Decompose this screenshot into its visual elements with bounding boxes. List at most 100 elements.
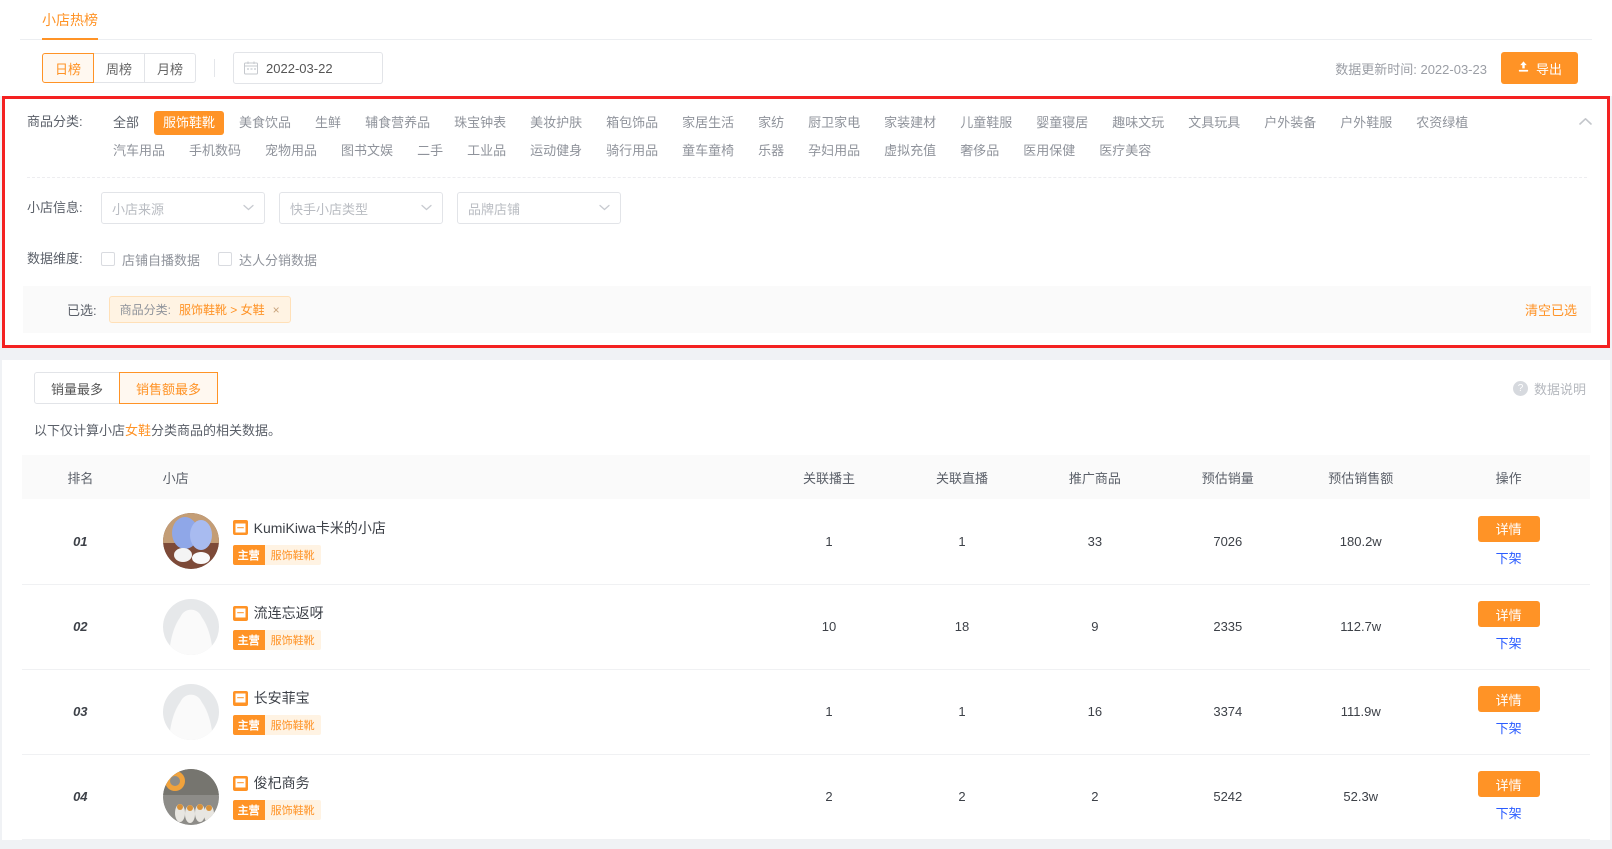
- checkbox-box-icon: [218, 252, 233, 266]
- checkbox-influencer-distribution-label: 达人分销数据: [239, 252, 318, 268]
- cell-products: 33: [1028, 499, 1162, 585]
- update-time-label: 数据更新时间: 2022-03-23: [1335, 61, 1487, 77]
- category-item-14[interactable]: 趣味文玩: [1103, 111, 1173, 135]
- shop-type-select[interactable]: 快手小店类型: [279, 192, 443, 224]
- main-category-tag-value: 服饰鞋靴: [264, 800, 321, 820]
- category-item-16[interactable]: 户外装备: [1255, 111, 1325, 135]
- category-item-6[interactable]: 美妆护肤: [521, 111, 591, 135]
- category-item-22[interactable]: 图书文娱: [332, 139, 402, 163]
- export-button[interactable]: 导出: [1500, 52, 1578, 84]
- clear-all-button[interactable]: 清空已选: [1525, 300, 1577, 319]
- category-item-3[interactable]: 生鲜: [306, 111, 350, 135]
- tab-most-sales-amount[interactable]: 销售额最多: [119, 372, 219, 404]
- shop-name[interactable]: 俊杞商务: [254, 773, 310, 793]
- category-item-13[interactable]: 婴童寝居: [1027, 111, 1097, 135]
- checkbox-self-broadcast[interactable]: 店铺自播数据: [101, 250, 200, 269]
- main-category-tag-value: 服饰鞋靴: [264, 544, 321, 565]
- offshelf-link[interactable]: 下架: [1496, 803, 1522, 822]
- avatar[interactable]: [162, 768, 219, 825]
- date-picker[interactable]: 2022-03-22: [233, 52, 384, 84]
- category-item-20[interactable]: 手机数码: [180, 139, 250, 163]
- category-item-33[interactable]: 医疗美容: [1090, 139, 1160, 163]
- category-item-31[interactable]: 奢侈品: [951, 139, 1008, 163]
- date-value: 2022-03-22: [266, 60, 333, 76]
- category-item-all[interactable]: 全部: [104, 111, 148, 135]
- period-tab-weekly[interactable]: 周榜: [93, 53, 146, 83]
- scope-note-highlight: 女鞋: [125, 423, 152, 438]
- category-item-7[interactable]: 箱包饰品: [597, 111, 667, 135]
- category-item-19[interactable]: 汽车用品: [104, 139, 174, 163]
- selected-filters-bar: 已选: 商品分类: 服饰鞋靴 > 女鞋 × 清空已选: [23, 286, 1591, 333]
- category-item-11[interactable]: 家装建材: [875, 111, 945, 135]
- shop-badge-icon: [232, 775, 248, 791]
- category-item-24[interactable]: 工业品: [458, 139, 515, 163]
- cell-shop: 流连忘返呀 主营 服饰鞋靴: [138, 584, 763, 670]
- brand-shop-select[interactable]: 品牌店铺: [457, 192, 621, 224]
- category-item-4[interactable]: 辅食营养品: [356, 111, 439, 135]
- close-icon[interactable]: ×: [273, 303, 280, 317]
- results-card: 销量最多 销售额最多 ? 数据说明 以下仅计算小店女鞋分类商品的相关数据。 排名…: [2, 360, 1610, 840]
- avatar[interactable]: [162, 598, 219, 655]
- category-item-21[interactable]: 宠物用品: [256, 139, 326, 163]
- category-item-23[interactable]: 二手: [408, 139, 452, 163]
- category-item-2[interactable]: 美食饮品: [230, 111, 300, 135]
- cell-rank: 02: [22, 584, 139, 670]
- category-item-30[interactable]: 虚拟充值: [875, 139, 945, 163]
- category-item-15[interactable]: 文具玩具: [1179, 111, 1249, 135]
- table-header: 排名 小店 关联播主 关联直播 推广商品 预估销量 预估销售额 操作: [22, 455, 1590, 499]
- shop-info-label: 小店信息:: [27, 200, 83, 215]
- category-item-17[interactable]: 户外鞋服: [1331, 111, 1401, 135]
- category-item-27[interactable]: 童车童椅: [673, 139, 743, 163]
- chevron-up-icon[interactable]: [1575, 111, 1595, 131]
- category-item-28[interactable]: 乐器: [749, 139, 793, 163]
- category-item-9[interactable]: 家纺: [749, 111, 793, 135]
- chevron-down-icon: [599, 203, 610, 214]
- table-row: 01 KumiKiwa卡米的小店 主营 服饰鞋靴 1 1 33 7026 180…: [22, 499, 1590, 585]
- shop-badge-icon: [232, 520, 248, 536]
- shop-source-select[interactable]: 小店来源: [101, 192, 265, 224]
- category-item-apparel-shoes[interactable]: 服饰鞋靴: [154, 111, 225, 135]
- column-header-lives: 关联直播: [895, 455, 1029, 499]
- toolbar-divider: [214, 59, 216, 77]
- cell-anchors: 10: [762, 584, 896, 670]
- cell-shop: KumiKiwa卡米的小店 主营 服饰鞋靴: [138, 499, 763, 585]
- page-title: 小店热榜: [42, 10, 98, 40]
- category-item-8[interactable]: 家居生活: [673, 111, 743, 135]
- cell-lives: 18: [895, 584, 1029, 670]
- category-item-18[interactable]: 农资绿植: [1407, 111, 1477, 135]
- detail-button[interactable]: 详情: [1477, 686, 1540, 712]
- detail-button[interactable]: 详情: [1477, 771, 1540, 797]
- period-tab-daily[interactable]: 日榜: [42, 53, 95, 83]
- shop-name[interactable]: 长安菲宝: [254, 688, 310, 708]
- period-tab-monthly[interactable]: 月榜: [144, 53, 197, 83]
- rank-tabs-row: 销量最多 销售额最多 ? 数据说明: [22, 360, 1590, 416]
- category-item-5[interactable]: 珠宝钟表: [445, 111, 515, 135]
- shop-name[interactable]: 流连忘返呀: [254, 603, 324, 623]
- cell-products: 2: [1028, 754, 1162, 840]
- data-note-button[interactable]: ? 数据说明: [1512, 379, 1590, 398]
- tab-most-sales-volume[interactable]: 销量最多: [34, 372, 121, 404]
- category-item-12[interactable]: 儿童鞋服: [951, 111, 1021, 135]
- offshelf-link[interactable]: 下架: [1496, 548, 1522, 567]
- avatar[interactable]: [162, 513, 219, 570]
- table-row: 02 流连忘返呀 主营 服饰鞋靴 10 18 9 2335 112.7w 详情 …: [22, 584, 1590, 670]
- category-item-32[interactable]: 医用保健: [1014, 139, 1084, 163]
- category-item-29[interactable]: 孕妇用品: [799, 139, 869, 163]
- category-filter-label: 商品分类:: [27, 114, 83, 129]
- avatar[interactable]: [162, 683, 219, 740]
- category-item-10[interactable]: 厨卫家电: [799, 111, 869, 135]
- shop-name[interactable]: KumiKiwa卡米的小店: [254, 518, 386, 538]
- main-category-tag-key: 主营: [232, 715, 265, 735]
- category-item-25[interactable]: 运动健身: [521, 139, 591, 163]
- detail-button[interactable]: 详情: [1477, 515, 1540, 542]
- selected-filter-tag[interactable]: 商品分类: 服饰鞋靴 > 女鞋 ×: [108, 296, 291, 323]
- table-body: 01 KumiKiwa卡米的小店 主营 服饰鞋靴 1 1 33 7026 180…: [22, 499, 1590, 840]
- column-header-anchors: 关联播主: [762, 455, 896, 499]
- category-item-26[interactable]: 骑行用品: [597, 139, 667, 163]
- checkbox-influencer-distribution[interactable]: 达人分销数据: [218, 250, 317, 269]
- cell-est-sales: 2335: [1161, 584, 1295, 670]
- detail-button[interactable]: 详情: [1477, 601, 1540, 627]
- cell-est-sales: 3374: [1161, 669, 1295, 755]
- offshelf-link[interactable]: 下架: [1496, 633, 1522, 652]
- offshelf-link[interactable]: 下架: [1496, 718, 1522, 737]
